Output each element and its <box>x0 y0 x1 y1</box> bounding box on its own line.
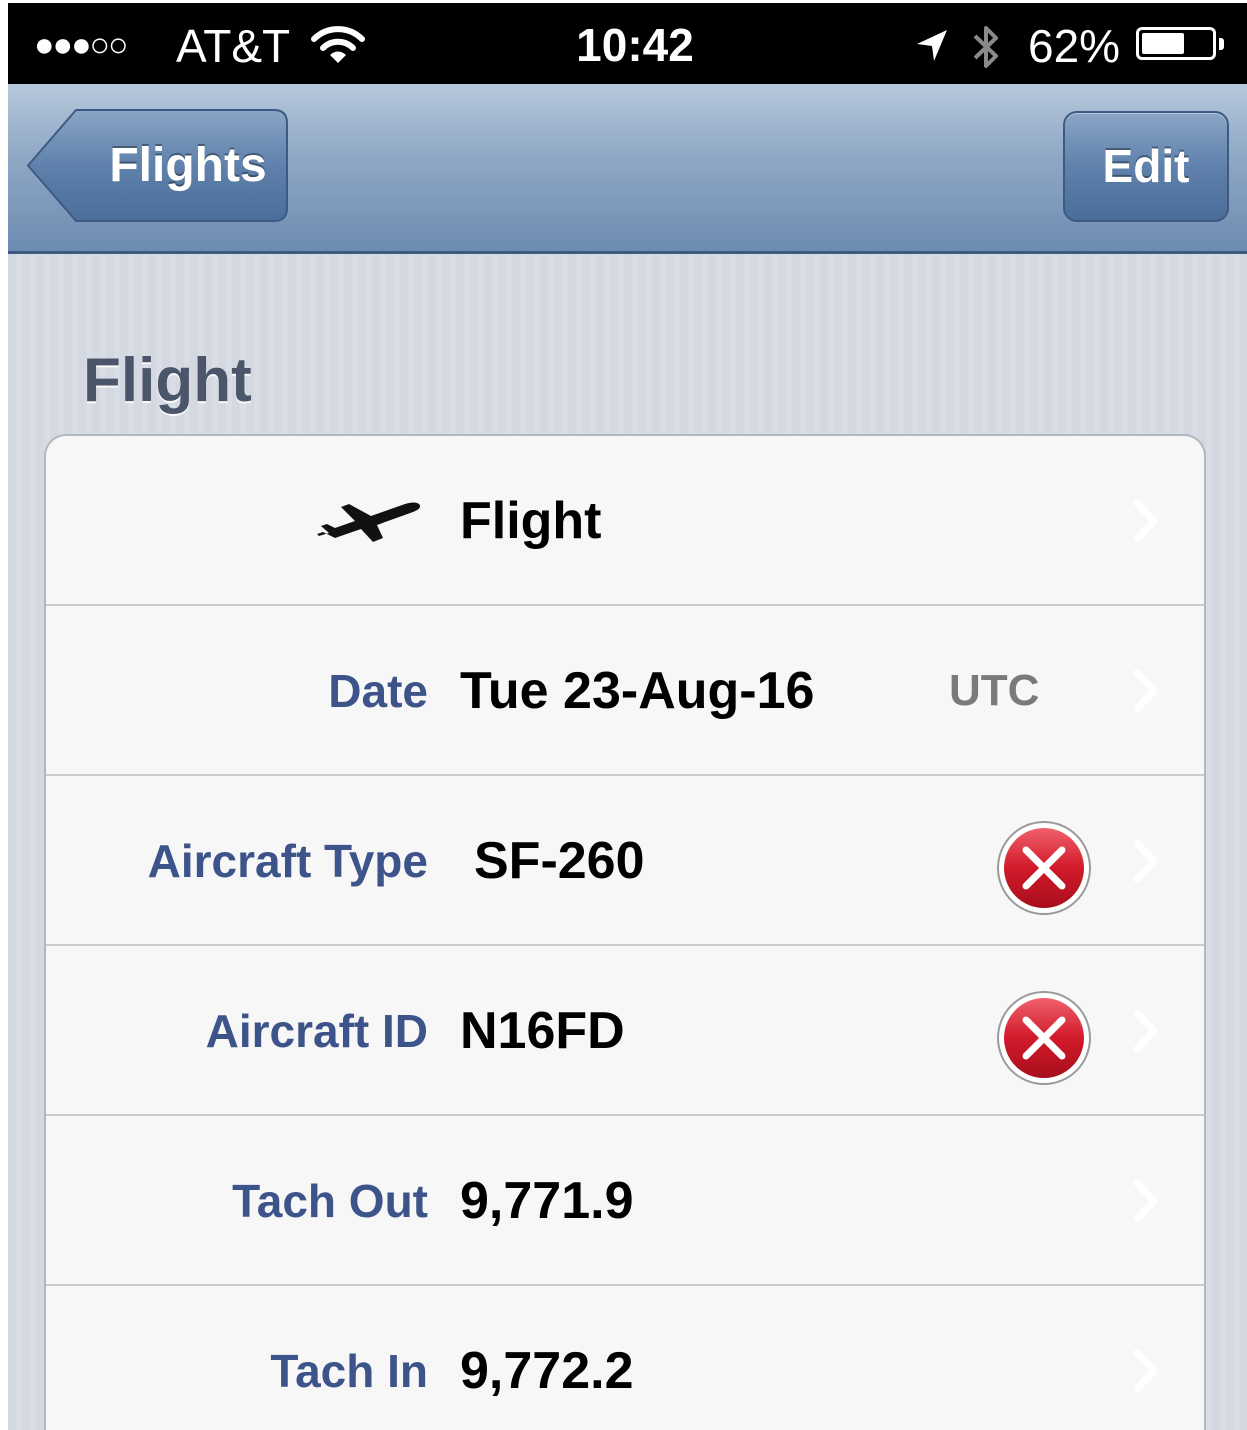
timezone-label: UTC <box>949 666 1040 715</box>
row-label: Tach In <box>270 1345 428 1397</box>
battery-percent: 62% <box>1028 20 1121 72</box>
chevron-right-icon <box>1131 498 1161 549</box>
row-tach-out[interactable]: Tach Out 9,771.9 <box>46 1116 1204 1286</box>
clear-x-icon[interactable] <box>994 988 1094 1088</box>
chevron-right-icon <box>1131 838 1161 889</box>
status-bar: ●●●○○ AT&T 10:42 62% <box>8 3 1247 84</box>
row-aircraft-type[interactable]: Aircraft Type SF-260 <box>46 776 1204 946</box>
edit-button[interactable]: Edit <box>1063 111 1229 222</box>
row-value: 9,771.9 <box>460 1172 634 1230</box>
battery-tip <box>1219 38 1224 50</box>
chevron-right-icon <box>1131 1008 1161 1059</box>
bluetooth-icon <box>970 23 1002 76</box>
chevron-right-icon <box>1131 1348 1161 1399</box>
row-value: SF-260 <box>474 832 645 890</box>
row-label: Tach Out <box>232 1175 428 1227</box>
flight-details-table: Flight Date Tue 23-Aug-16 UTC Aircraft T… <box>44 434 1206 1430</box>
section-header-flight: Flight <box>83 346 252 415</box>
row-value: Flight <box>460 492 602 550</box>
airplane-icon <box>315 498 425 553</box>
row-tach-in[interactable]: Tach In 9,772.2 <box>46 1286 1204 1430</box>
chevron-right-icon <box>1131 668 1161 719</box>
row-date[interactable]: Date Tue 23-Aug-16 UTC <box>46 606 1204 776</box>
row-aircraft-id[interactable]: Aircraft ID N16FD <box>46 946 1204 1116</box>
row-value: N16FD <box>460 1002 625 1060</box>
screen: ●●●○○ AT&T 10:42 62% Flights Edit Flight… <box>8 3 1247 1430</box>
row-label: Date <box>328 665 428 717</box>
row-label: Aircraft ID <box>205 1005 428 1057</box>
navigation-bar: Flights Edit <box>8 84 1247 254</box>
row-flight[interactable]: Flight <box>46 436 1204 606</box>
clear-x-icon[interactable] <box>994 818 1094 918</box>
row-value: Tue 23-Aug-16 <box>460 662 815 720</box>
back-button-label: Flights <box>109 139 267 192</box>
row-label: Aircraft Type <box>147 835 428 887</box>
row-value: 9,772.2 <box>460 1342 634 1400</box>
back-button-flights[interactable]: Flights <box>26 109 288 222</box>
location-arrow-icon <box>913 27 951 70</box>
chevron-right-icon <box>1131 1178 1161 1229</box>
content-area: Flight Flight Date Tue 23-Aug-16 UTC Air… <box>8 254 1247 1430</box>
battery-icon <box>1136 27 1216 60</box>
battery-level <box>1142 33 1184 54</box>
